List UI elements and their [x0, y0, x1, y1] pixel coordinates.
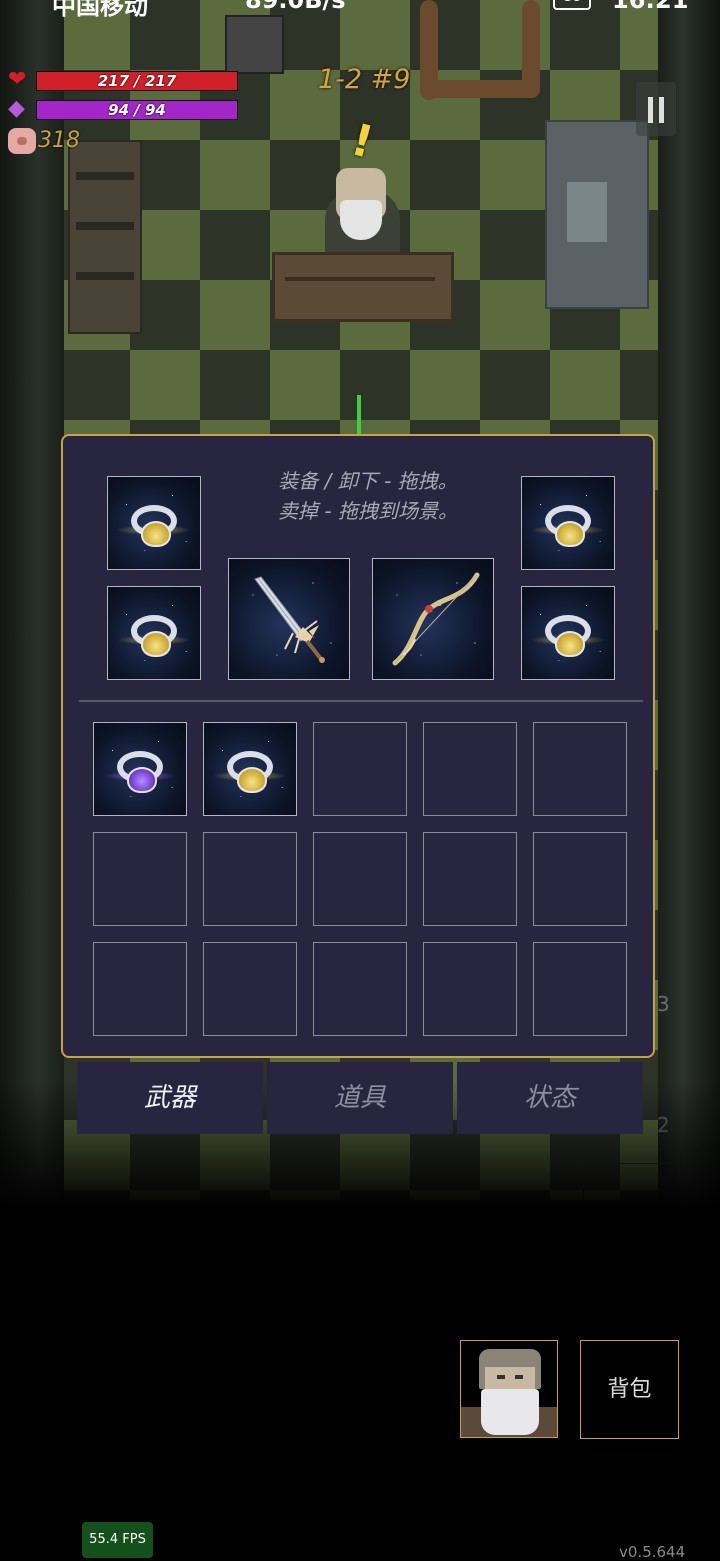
piggy-coin-icon	[8, 128, 36, 154]
side-count-3: 3	[657, 992, 670, 1016]
sword-icon	[254, 576, 325, 663]
inventory-panel: 装备 / 卸下 - 拖拽。 卖掉 - 拖拽到场景。	[61, 434, 655, 1058]
hp-bar: 217 / 217	[36, 71, 238, 91]
equip-slot-weapon[interactable]	[228, 558, 350, 680]
equip-slot-ring-3[interactable]	[521, 476, 615, 570]
right-wall	[658, 0, 720, 1210]
bow-icon	[392, 572, 480, 666]
pause-icon	[648, 97, 653, 123]
backpack-slot-11[interactable]	[93, 942, 187, 1036]
shop-table	[272, 252, 454, 322]
tab-items[interactable]: 道具	[267, 1062, 453, 1134]
inventory-hint: 装备 / 卸下 - 拖拽。 卖掉 - 拖拽到场景。	[263, 466, 473, 526]
backpack-slot-12[interactable]	[203, 942, 297, 1036]
pause-button[interactable]	[636, 82, 676, 136]
backpack-slot-13[interactable]	[313, 942, 407, 1036]
hint-equip: 装备 / 卸下 - 拖拽。	[278, 469, 458, 493]
backpack-slot-2[interactable]	[203, 722, 297, 816]
mp-value: 94 / 94	[108, 101, 166, 119]
backpack-slot-8[interactable]	[313, 832, 407, 926]
backpack-slot-6[interactable]	[93, 832, 187, 926]
character-portrait-button[interactable]	[460, 1340, 558, 1438]
alchemy-machine	[545, 120, 649, 309]
inventory-divider	[79, 700, 643, 702]
backpack-slot-5[interactable]	[533, 722, 627, 816]
hint-sell: 卖掉 - 拖拽到场景。	[278, 499, 458, 523]
wall-machine	[225, 15, 284, 74]
hp-value: 217 / 217	[97, 72, 177, 90]
mp-bar: 94 / 94	[36, 100, 238, 120]
backpack-slot-9[interactable]	[423, 832, 517, 926]
backpack-slot-1[interactable]	[93, 722, 187, 816]
clock: 16:21	[612, 0, 689, 14]
backpack-slot-15[interactable]	[533, 942, 627, 1036]
gold-ring-icon	[141, 521, 171, 547]
tab-status[interactable]: 状态	[457, 1062, 643, 1134]
backpack-slot-3[interactable]	[313, 722, 407, 816]
status-bar: 中国移动 89.0B/s 86 16:21	[0, 0, 720, 20]
battery-icon: 86	[553, 0, 591, 10]
fps-counter: 55.4 FPS	[82, 1522, 153, 1558]
gold-ring-icon	[237, 767, 267, 793]
level-indicator: 1-2 #9	[318, 64, 411, 95]
backpack-slot-4[interactable]	[423, 722, 517, 816]
equip-slot-ring-4[interactable]	[521, 586, 615, 680]
backpack-button[interactable]: 背包	[580, 1340, 679, 1439]
equip-slot-ring-1[interactable]	[107, 476, 201, 570]
gold-ring-icon	[141, 631, 171, 657]
gold-ring-icon	[555, 631, 585, 657]
equip-slot-offhand[interactable]	[372, 558, 494, 680]
purple-ring-icon	[127, 767, 157, 793]
copper-pipes	[390, 0, 550, 110]
tab-weapons[interactable]: 武器	[77, 1062, 263, 1134]
backpack-slot-10[interactable]	[533, 832, 627, 926]
coin-count: 318	[38, 128, 80, 153]
left-wall	[0, 0, 64, 1210]
carrier-label: 中国移动	[52, 0, 148, 20]
heart-icon: ❤	[8, 67, 27, 92]
version-label: v0.5.644	[619, 1543, 686, 1561]
bookshelf	[68, 140, 142, 334]
gold-ring-icon	[555, 521, 585, 547]
shopkeeper-beard	[340, 200, 382, 240]
mana-gem-icon: ◆	[8, 96, 25, 121]
portrait-beard	[481, 1389, 539, 1435]
equip-slot-ring-2[interactable]	[107, 586, 201, 680]
green-beam	[357, 395, 361, 435]
backpack-slot-7[interactable]	[203, 832, 297, 926]
network-speed: 89.0B/s	[245, 0, 346, 14]
backpack-slot-14[interactable]	[423, 942, 517, 1036]
